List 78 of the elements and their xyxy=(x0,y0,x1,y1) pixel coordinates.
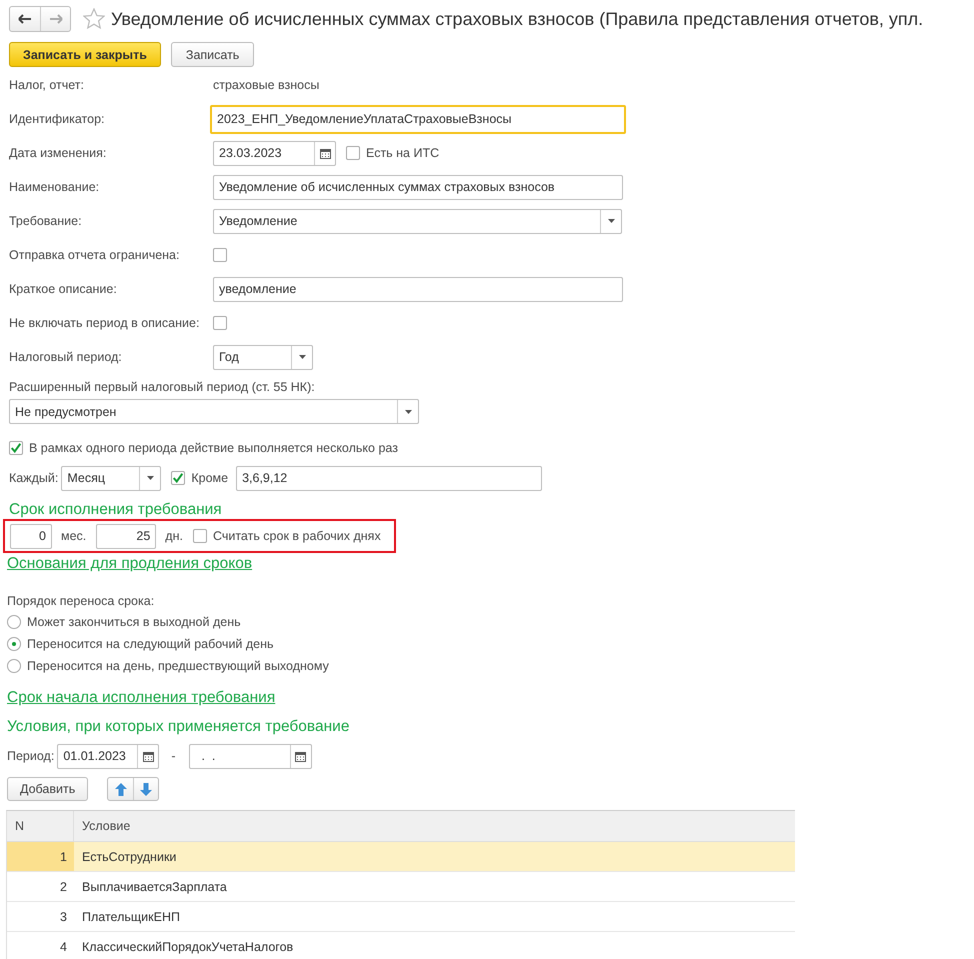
field-label: Налоговый период: xyxy=(9,350,123,364)
date-field[interactable]: 23.03.2023 xyxy=(213,140,336,166)
left-arrow-icon xyxy=(18,14,32,24)
radio-label: Может закончиться в выходной день xyxy=(27,615,241,629)
dropdown-field[interactable]: Уведомление xyxy=(213,208,622,234)
separator-label: - xyxy=(171,749,176,763)
radio-button[interactable] xyxy=(7,615,21,629)
table-cell-text: 2 xyxy=(59,878,68,896)
months-field[interactable]: 0 xyxy=(10,524,52,548)
field-label: Период: xyxy=(7,749,54,763)
dropdown-field[interactable]: Не предусмотрен xyxy=(9,399,419,424)
checkbox-label: Считать срок в рабочих днях xyxy=(212,529,381,543)
input-field[interactable]: уведомление xyxy=(213,276,623,302)
dropdown-arrow-icon xyxy=(608,219,614,223)
field-label: Требование: xyxy=(9,214,83,228)
date-field[interactable]: 01.01.2023 xyxy=(57,744,160,768)
dropdown-arrow-icon xyxy=(298,355,306,359)
save-and-close-button[interactable]: Записать и закрыть xyxy=(9,42,161,67)
field-label: Идентификатор: xyxy=(9,112,106,126)
dropdown-field[interactable]: Месяц xyxy=(61,466,162,490)
checkbox[interactable] xyxy=(9,441,23,455)
table-row[interactable]: 3 ПлательщикЕНП xyxy=(7,902,795,932)
checkbox[interactable] xyxy=(213,248,227,262)
save-button[interactable]: Записать xyxy=(170,42,254,67)
up-arrow-icon xyxy=(114,782,127,796)
field-label: Порядок переноса срока: xyxy=(6,593,156,610)
date-field[interactable]: . . xyxy=(188,744,312,768)
days-field[interactable]: 25 xyxy=(96,524,156,548)
field-label: Налог, отчет: xyxy=(9,78,85,92)
checkbox[interactable] xyxy=(192,529,207,543)
calendar-icon xyxy=(142,750,154,762)
checkbox[interactable] xyxy=(213,316,227,330)
section-title: Срок исполнения требования xyxy=(8,501,223,519)
radio-label: Переносится на следующий рабочий день xyxy=(27,637,274,651)
table-row[interactable]: 1 ЕстьСотрудники xyxy=(7,842,795,872)
radio-label: Переносится на день, предшествующий выходному xyxy=(27,659,329,673)
field-label: Расширенный первый налоговый период (ст. 55 НК): xyxy=(8,379,316,396)
field-label: Отправка отчета ограничена: xyxy=(9,248,180,262)
column-header: Условие xyxy=(81,818,132,835)
table-row[interactable]: 2 ВыплачиваетсяЗарплата xyxy=(7,872,795,902)
field-label: Не включать период в описание: xyxy=(9,316,200,330)
down-arrow-icon xyxy=(140,782,152,796)
input-field[interactable]: 2023_ЕНП_УведомлениеУплатаСтраховыеВзносы xyxy=(210,104,626,134)
table-cell-text: ВыплачиваетсяЗарплата xyxy=(81,878,228,896)
field-label: Дата изменения: xyxy=(9,146,108,160)
column-header: N xyxy=(7,811,74,841)
table-row[interactable]: 4 КлассическийПорядокУчетаНалогов xyxy=(7,932,795,959)
table-cell-text: 4 xyxy=(59,938,68,956)
radio-button[interactable] xyxy=(7,659,21,673)
checkbox-label: Кроме xyxy=(191,471,228,485)
table-cell: 1 xyxy=(7,842,74,871)
unit-label: мес. xyxy=(61,529,86,543)
input-field[interactable]: 3,6,9,12 xyxy=(236,466,542,490)
dropdown-arrow-icon xyxy=(404,410,412,414)
dropdown-field[interactable]: Год xyxy=(213,344,313,370)
radio-button[interactable] xyxy=(7,637,21,651)
field-label: Краткое описание: xyxy=(9,282,118,296)
add-button[interactable]: Добавить xyxy=(7,777,88,801)
calendar-icon xyxy=(295,750,306,762)
table-cell-text: ПлательщикЕНП xyxy=(81,908,181,926)
checkbox[interactable] xyxy=(171,471,186,485)
field-label: Каждый: xyxy=(9,471,58,485)
right-arrow-icon xyxy=(48,14,62,24)
checkbox[interactable] xyxy=(346,146,360,160)
table-cell-text: ЕстьСотрудники xyxy=(81,848,178,866)
checkbox-label: Есть на ИТС xyxy=(366,146,440,160)
section-title: Условия, при которых применяется требование xyxy=(6,718,350,737)
table-cell-text: 3 xyxy=(59,908,68,926)
calendar-icon xyxy=(320,148,330,158)
unit-label: дн. xyxy=(165,529,183,543)
checkbox-label: В рамках одного периода действие выполняется несколько раз xyxy=(29,441,398,455)
field-label: Наименование: xyxy=(9,180,100,194)
field-value: страховые взносы xyxy=(213,78,320,92)
table-cell-text: КлассическийПорядокУчетаНалогов xyxy=(81,938,294,956)
star-icon[interactable] xyxy=(83,8,105,30)
window-title: Уведомление об исчисленных суммах страховых взносов (Правила представления отчетов, упл. xyxy=(111,8,924,30)
input-field[interactable]: Уведомление об исчисленных суммах страховых взносов xyxy=(213,174,623,200)
dropdown-arrow-icon xyxy=(146,476,154,480)
